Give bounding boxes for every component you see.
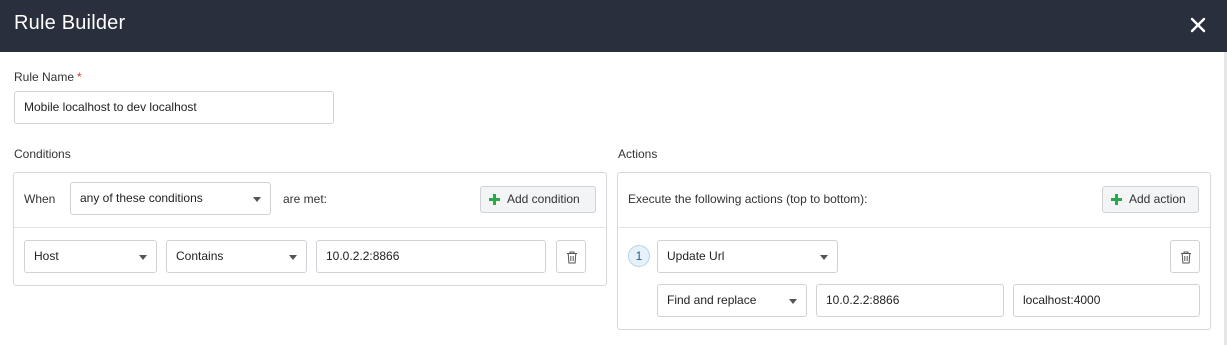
- conditions-divider: [14, 227, 606, 228]
- chevron-down-icon: [820, 255, 828, 260]
- required-mark: *: [77, 70, 82, 84]
- dialog-header: Rule Builder: [0, 0, 1227, 52]
- actions-intro-text: Execute the following actions (top to bo…: [628, 192, 868, 206]
- action-mode-value: Find and replace: [667, 293, 757, 307]
- add-action-button[interactable]: Add action: [1102, 186, 1199, 213]
- action-type-value: Update Url: [667, 249, 725, 263]
- delete-action-button[interactable]: [1170, 240, 1200, 273]
- action-index-badge: 1: [628, 245, 650, 267]
- when-label: When: [24, 192, 56, 206]
- chevron-down-icon: [789, 299, 797, 304]
- replace-input[interactable]: localhost:4000: [1013, 284, 1200, 317]
- actions-divider: [618, 227, 1210, 228]
- match-mode-select[interactable]: any of these conditions: [70, 182, 271, 215]
- condition-operator-select[interactable]: Contains: [166, 240, 307, 273]
- are-met-label: are met:: [283, 192, 328, 206]
- action-type-select[interactable]: Update Url: [657, 240, 838, 273]
- rule-name-label-text: Rule Name: [14, 70, 75, 84]
- rule-name-input[interactable]: Mobile localhost to dev localhost: [14, 91, 334, 124]
- trash-icon: [1181, 251, 1191, 264]
- plus-icon: [489, 194, 500, 205]
- actions-section-label: Actions: [618, 147, 658, 161]
- delete-condition-button[interactable]: [556, 240, 586, 273]
- dialog-title: Rule Builder: [14, 12, 126, 34]
- add-condition-button[interactable]: Add condition: [480, 186, 596, 213]
- match-mode-value: any of these conditions: [80, 191, 203, 205]
- action-mode-select[interactable]: Find and replace: [657, 284, 807, 317]
- chevron-down-icon: [139, 255, 147, 260]
- rule-name-label: Rule Name *: [14, 70, 82, 84]
- condition-value-input[interactable]: 10.0.2.2:8866: [316, 240, 546, 273]
- trash-icon: [567, 251, 577, 264]
- condition-operator-value: Contains: [176, 249, 224, 263]
- add-condition-label: Add condition: [507, 192, 580, 206]
- add-action-label: Add action: [1129, 192, 1186, 206]
- find-input[interactable]: 10.0.2.2:8866: [816, 284, 1004, 317]
- conditions-section-label: Conditions: [14, 147, 71, 161]
- condition-field-select[interactable]: Host: [24, 240, 157, 273]
- plus-icon: [1111, 194, 1122, 205]
- chevron-down-icon: [253, 197, 261, 202]
- condition-field-value: Host: [34, 249, 59, 263]
- close-icon[interactable]: [1187, 14, 1209, 36]
- chevron-down-icon: [289, 255, 297, 260]
